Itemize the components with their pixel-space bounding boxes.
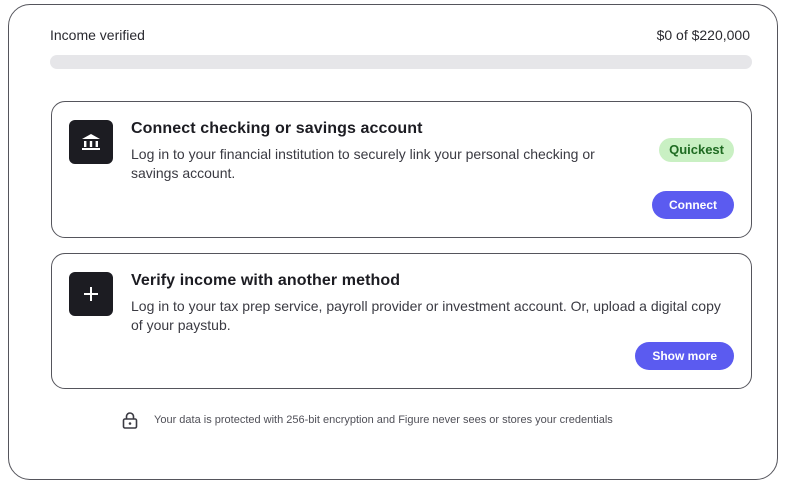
bank-icon bbox=[69, 120, 113, 164]
card-description: Log in to your tax prep service, payroll… bbox=[131, 298, 721, 333]
progress-bar bbox=[50, 55, 752, 69]
card-title: Verify income with another method bbox=[131, 272, 401, 289]
connect-account-card: Connect checking or savings account Log … bbox=[51, 101, 752, 238]
card-title: Connect checking or savings account bbox=[131, 120, 423, 137]
quickest-badge: Quickest bbox=[659, 138, 734, 162]
income-verification-panel bbox=[8, 4, 778, 480]
progress-amount: $0 of $220,000 bbox=[656, 27, 750, 43]
other-method-card: Verify income with another method Log in… bbox=[51, 253, 752, 389]
progress-header: Income verified $0 of $220,000 bbox=[50, 27, 750, 47]
security-note-text: Your data is protected with 256-bit encr… bbox=[154, 414, 613, 426]
lock-icon bbox=[120, 410, 140, 430]
show-more-button[interactable]: Show more bbox=[635, 342, 734, 370]
progress-label: Income verified bbox=[50, 27, 145, 43]
security-note: Your data is protected with 256-bit encr… bbox=[120, 410, 613, 430]
plus-icon bbox=[69, 272, 113, 316]
connect-button[interactable]: Connect bbox=[652, 191, 734, 219]
card-description: Log in to your financial institution to … bbox=[131, 146, 595, 181]
